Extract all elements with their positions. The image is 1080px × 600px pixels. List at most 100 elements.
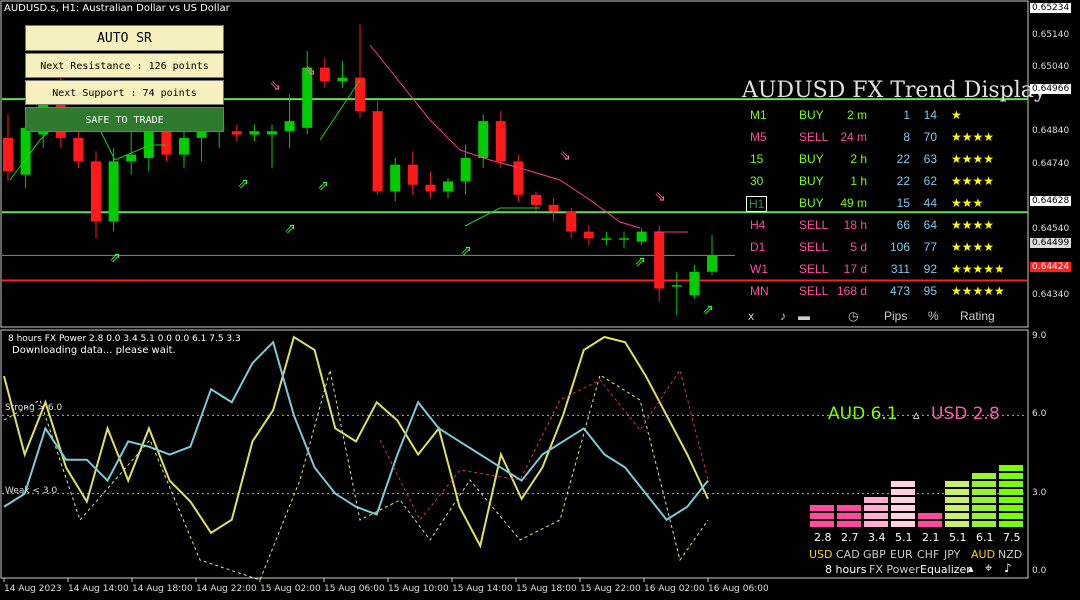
- trend-age: 2 m: [846, 108, 867, 122]
- candle: [390, 157, 401, 202]
- candle: [284, 94, 295, 148]
- equalizer-segment: [972, 473, 996, 479]
- candle: [425, 171, 436, 199]
- buy-arrow-icon: ⇗: [237, 176, 249, 192]
- equalizer-mode[interactable]: Equalizer: [920, 563, 971, 576]
- trend-row-mn: MN SELL 168 d 473 95 ★★★★★: [744, 284, 1034, 302]
- trend-pct: 70: [923, 130, 937, 144]
- next-support-label: Next Support : 74 points: [25, 80, 224, 105]
- crosshair-icon[interactable]: ⌖: [985, 561, 992, 576]
- equalizer-name[interactable]: FX Power: [869, 563, 920, 576]
- trend-tf: H4: [750, 218, 766, 232]
- aud-power-line: [3, 335, 709, 549]
- buy-arrow-icon: ⇗: [284, 221, 296, 237]
- price-axis-label: 0.64628: [1030, 196, 1072, 206]
- equalizer-value: 2.7: [841, 531, 859, 544]
- price-axis-label: 0.65234: [1030, 3, 1072, 13]
- time-axis-label: 14 Aug 18:00: [132, 584, 193, 594]
- close-icon[interactable]: x: [748, 309, 754, 323]
- dropdown-arrow-icon[interactable]: ▴: [968, 562, 974, 575]
- buy-arrow-icon: ⇗: [460, 243, 472, 259]
- music-note-icon[interactable]: ♪: [780, 309, 786, 323]
- trend-row-m1: M1 BUY 2 m 1 14 ★: [744, 108, 1034, 126]
- rating-header: Rating: [960, 309, 995, 323]
- music-note-icon[interactable]: ♪: [1004, 561, 1012, 575]
- clock-icon[interactable]: ◷: [848, 309, 858, 323]
- window-title: AUDUSD.s, H1: Australian Dollar vs US Do…: [4, 3, 230, 14]
- time-axis-label: 15 Aug 22:00: [580, 584, 641, 594]
- equalizer-segment: [972, 497, 996, 503]
- trend-stars: ★★★★: [951, 152, 995, 166]
- time-axis-label: 16 Aug 06:00: [708, 584, 769, 594]
- equalizer-currency: AUD: [971, 548, 996, 561]
- equalizer-segment: [891, 481, 915, 487]
- equalizer-value: 2.1: [922, 531, 940, 544]
- equalizer-value: 5.1: [895, 531, 913, 544]
- trend-stars: ★★★★: [951, 218, 995, 232]
- price-axis-label: 0.64340: [1032, 290, 1070, 300]
- trend-row-m5: M5 SELL 24 m 8 70 ★★★★: [744, 130, 1034, 148]
- candle: [548, 198, 559, 222]
- chart-icon[interactable]: ▬: [798, 309, 810, 323]
- trend-age: 2 h: [850, 152, 867, 166]
- trend-age: 5 d: [850, 240, 867, 254]
- next-resistance-label: Next Resistance : 126 points: [25, 53, 224, 78]
- strong-level-label: Strong > 6.0: [5, 403, 63, 413]
- auto-sr-title[interactable]: AUTO SR: [25, 25, 224, 51]
- candle: [707, 234, 717, 276]
- equalizer-value: 2.8: [814, 531, 832, 544]
- candle: [531, 191, 541, 212]
- equalizer-segment: [891, 497, 915, 503]
- equalizer-period[interactable]: 8 hours: [825, 563, 866, 576]
- candle: [583, 224, 594, 246]
- equalizer-segment: [945, 481, 969, 487]
- trend-tf: M1: [750, 108, 767, 122]
- trend-line-green: [464, 207, 540, 227]
- buy-arrow-icon: ⇗: [109, 250, 121, 266]
- equalizer-currency: CAD: [836, 548, 860, 561]
- equalizer-segment: [999, 473, 1023, 479]
- time-axis-label: 15 Aug 02:00: [260, 584, 321, 594]
- trend-row-d1: D1 SELL 5 d 106 77 ★★★★: [744, 240, 1034, 258]
- candle: [319, 57, 330, 88]
- price-axis-label: 0.64499: [1030, 238, 1072, 248]
- sell-arrow-icon: ⇘: [559, 148, 571, 164]
- candle: [478, 114, 489, 169]
- triangle-icon: ▵: [913, 408, 920, 423]
- equalizer-segment: [864, 513, 888, 519]
- candle: [372, 101, 383, 195]
- price-axis-label: 0.64840: [1032, 126, 1070, 136]
- buy-arrow-icon: ⇗: [702, 302, 714, 318]
- candle: [619, 231, 629, 249]
- equalizer-segment: [891, 521, 915, 527]
- sell-arrow-icon: ⇘: [304, 63, 316, 79]
- price-axis-label: 0.64424: [1030, 262, 1072, 272]
- trend-pips: 66: [896, 218, 910, 232]
- candle: [355, 24, 365, 118]
- trend-tf: M5: [750, 130, 767, 144]
- equalizer-segment: [999, 481, 1023, 487]
- time-axis-label: 14 Aug 2023: [4, 584, 62, 594]
- equalizer-segment: [999, 497, 1023, 503]
- trend-pips: 15: [896, 196, 910, 210]
- equalizer-segment: [945, 497, 969, 503]
- equalizer-segment: [918, 521, 942, 527]
- trend-pct: 95: [923, 284, 937, 298]
- trend-age: 49 m: [840, 196, 867, 210]
- equalizer-segment: [810, 513, 834, 519]
- equalizer-currency: GBP: [863, 548, 886, 561]
- indicator-message: Downloading data... please wait.: [12, 345, 176, 356]
- candle: [443, 178, 453, 199]
- candle: [231, 124, 242, 142]
- equalizer-segment: [864, 497, 888, 503]
- equalizer-segment: [972, 481, 996, 487]
- indicator-title: 8 hours FX Power 2.8 0.0 3.4 5.1 0.0 0.0…: [8, 334, 241, 344]
- equalizer-segment: [999, 505, 1023, 511]
- indicator-axis-label: 0.0: [1032, 566, 1047, 576]
- trend-pips: 22: [896, 174, 910, 188]
- candle: [3, 114, 13, 182]
- trend-stars: ★★★★★: [951, 284, 1005, 298]
- percent-header: %: [928, 309, 939, 323]
- indicator-axis-label: 9.0: [1032, 331, 1047, 341]
- candle: [636, 228, 647, 246]
